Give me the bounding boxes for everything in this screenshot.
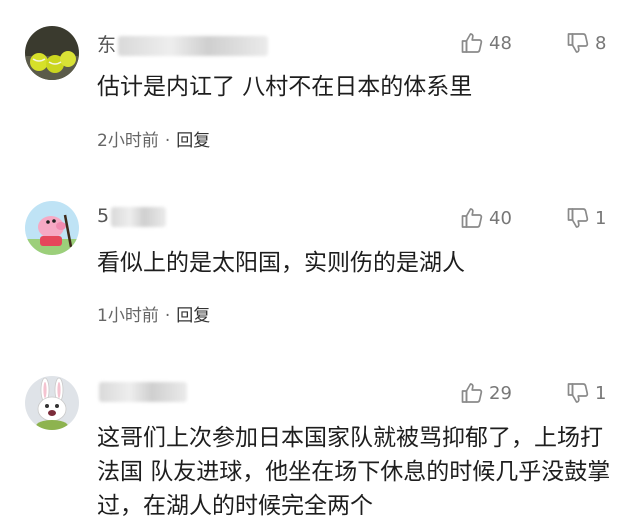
white-rabbit-avatar-icon <box>25 376 79 430</box>
comment-text: 这哥们上次参加日本国家队就被骂抑郁了，上场打法国 队友进球，他坐在场下休息的时候… <box>97 425 611 519</box>
comment-text: 估计是内讧了 八村不在日本的体系里 <box>97 74 473 100</box>
pink-pig-avatar-icon <box>25 201 79 255</box>
like-count: 29 <box>489 382 512 404</box>
thumbs-down-icon <box>567 383 589 403</box>
separator-dot: · <box>164 306 171 326</box>
thumbs-up-icon <box>461 33 483 53</box>
dislike-button[interactable]: 8 <box>566 31 606 55</box>
blurred-name <box>111 206 167 227</box>
reply-button[interactable]: 回复 <box>176 306 210 326</box>
like-button[interactable]: 48 <box>460 31 512 55</box>
thumbs-down-icon <box>567 208 589 228</box>
avatar[interactable] <box>25 26 79 80</box>
avatar[interactable] <box>25 376 79 430</box>
comment-text: 看似上的是太阳国，实则伤的是湖人 <box>97 250 465 276</box>
like-count: 48 <box>489 32 512 54</box>
dislike-count: 1 <box>595 207 607 229</box>
reply-button[interactable]: 回复 <box>176 131 210 151</box>
username[interactable]: 5 <box>97 205 167 227</box>
username[interactable]: 东 <box>97 30 269 57</box>
blurred-name <box>118 35 269 56</box>
thumbs-up-icon <box>461 383 483 403</box>
tennis-balls-avatar-icon <box>25 26 79 80</box>
dislike-button[interactable]: 1 <box>566 381 606 405</box>
dislike-button[interactable]: 1 <box>566 206 606 230</box>
avatar[interactable] <box>25 201 79 255</box>
comment-time: 2小时前 <box>97 131 159 151</box>
thumbs-up-icon <box>461 208 483 228</box>
dislike-count: 1 <box>595 382 607 404</box>
dislike-count: 8 <box>595 32 607 54</box>
comment-meta: 2小时前 · 回复 <box>97 126 210 151</box>
like-count: 40 <box>489 207 512 229</box>
like-button[interactable]: 40 <box>460 206 512 230</box>
blurred-name <box>99 381 187 402</box>
separator-dot: · <box>164 131 171 151</box>
thumbs-down-icon <box>567 33 589 53</box>
username[interactable] <box>97 380 187 402</box>
comment-meta: 1小时前 · 回复 <box>97 301 210 326</box>
comment-time: 1小时前 <box>97 306 159 326</box>
like-button[interactable]: 29 <box>460 381 512 405</box>
